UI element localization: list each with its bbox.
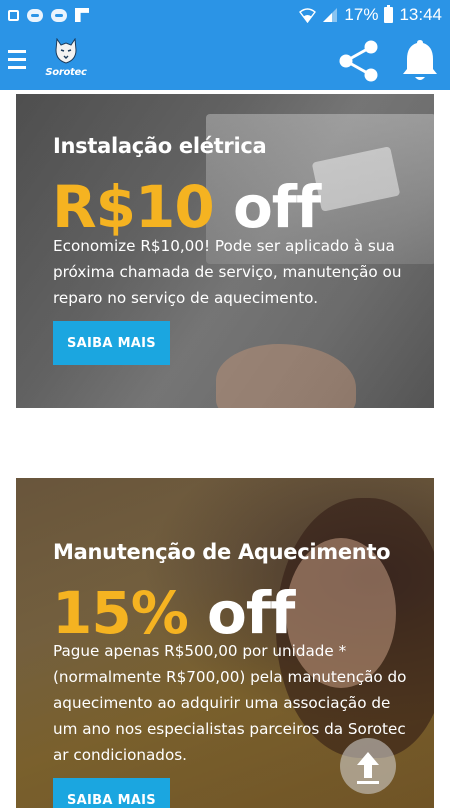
message-icon [51, 8, 67, 22]
system-icons: 17% 13:44 [299, 5, 442, 25]
saiba-mais-button[interactable]: SAIBA MAIS [53, 321, 170, 365]
wolf-logo-icon [55, 38, 77, 64]
card-title: Manutenção de Aquecimento [53, 540, 391, 564]
offer-amount: R$10 [52, 173, 215, 241]
logo-text: Sorotec [45, 67, 87, 78]
scroll-to-top-button[interactable] [340, 738, 396, 794]
sorotec-logo[interactable]: Sorotec [44, 38, 88, 84]
signal-icon [323, 8, 338, 22]
menu-icon[interactable] [8, 48, 26, 72]
wifi-icon [299, 8, 317, 23]
gallery-icon [8, 9, 19, 21]
bell-icon[interactable] [400, 37, 440, 83]
card-title: Instalação elétrica [53, 134, 267, 158]
offer-headline: R$10 off [52, 178, 321, 236]
share-icon[interactable] [336, 38, 382, 84]
arrow-up-icon [357, 752, 379, 784]
hand-image [216, 344, 356, 408]
saiba-mais-button[interactable]: SAIBA MAIS [53, 778, 170, 808]
offer-word: off [207, 579, 295, 647]
clock: 13:44 [399, 5, 442, 24]
notification-icons [8, 8, 89, 22]
message-icon [27, 8, 43, 22]
offer-headline: 15% off [52, 584, 295, 642]
status-bar: 17% 13:44 [0, 0, 450, 30]
battery-icon [384, 5, 394, 23]
promo-card-electrical: Instalação elétrica R$10 off Economize R… [16, 94, 434, 408]
battery-percent: 17% [344, 5, 379, 24]
card-description: Economize R$10,00! Pode ser aplicado à s… [53, 237, 402, 307]
app-bar: Sorotec [0, 30, 450, 90]
offer-word: off [232, 173, 321, 241]
offer-amount: 15% [52, 579, 189, 647]
flipboard-icon [75, 8, 89, 22]
